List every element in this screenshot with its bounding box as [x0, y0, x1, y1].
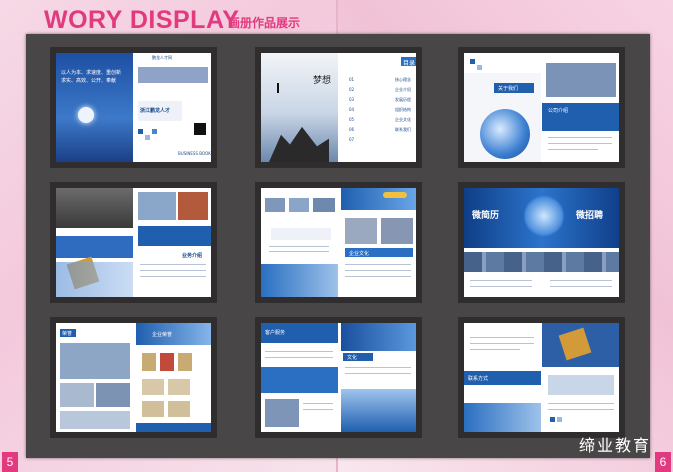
crowd-photo: [56, 188, 133, 228]
meeting-photo: [265, 399, 299, 427]
spread-cover: 以人为本、求速度、重创新 求实、高效、公开、奉献 浙江鹏龙人才 BUSINESS…: [56, 53, 211, 162]
spread-service: 客户服务 文化: [261, 323, 416, 432]
person-silhouette: [277, 83, 279, 93]
spread-contact: 联系方式: [464, 323, 619, 432]
thumbnail-toc[interactable]: 梦想 目录 01 02 03 04 05 06 07 核心理念 企业介绍 发展历…: [255, 47, 422, 168]
spread-toc: 梦想 目录 01 02 03 04 05 06 07 核心理念 企业介绍 发展历…: [261, 53, 416, 162]
spread-honor: 荣誉 企业荣誉: [56, 323, 211, 432]
thumbnail-culture[interactable]: 企业文化: [255, 182, 422, 303]
robot-hand-image: [524, 194, 564, 238]
certificate-image: [142, 353, 156, 371]
office-photo: [60, 343, 130, 379]
thumbnail-cover[interactable]: 以人为本、求速度、重创新 求实、高效、公开、奉献 浙江鹏龙人才 BUSINESS…: [50, 47, 217, 168]
page-number-right: 6: [655, 452, 671, 472]
city-photo: [548, 375, 614, 395]
spread-business: 业务介绍: [56, 188, 211, 297]
moon-image: [78, 107, 94, 123]
satellite-image: [341, 389, 416, 432]
spread-culture: 企业文化: [261, 188, 416, 297]
cover-photo-strip: [138, 67, 208, 83]
watermark-text: 缔业教育: [578, 436, 651, 455]
page-title: WORY DISPLAY: [44, 6, 240, 34]
thumbnail-about[interactable]: 关于我们 公司介绍: [458, 47, 625, 168]
team-photo: [138, 192, 176, 220]
page-number-left: 5: [2, 452, 18, 472]
thumbnail-recruit[interactable]: 微简历 微招聘: [458, 182, 625, 303]
photo-strip: [464, 252, 619, 272]
thumbnail-contact[interactable]: 联系方式: [458, 317, 625, 438]
globe-image: [480, 109, 530, 159]
spread-recruit: 微简历 微招聘: [464, 188, 619, 297]
spread-about: 关于我们 公司介绍: [464, 53, 619, 162]
qr-code-image: [194, 123, 206, 135]
office-photo: [546, 63, 616, 97]
world-map-image: [261, 264, 338, 297]
thumbnail-service[interactable]: 客户服务 文化: [255, 317, 422, 438]
thumbnail-business[interactable]: 业务介绍: [50, 182, 217, 303]
page-subtitle: 画册作品展示: [228, 16, 301, 30]
thumbnail-honor[interactable]: 荣誉 企业荣誉: [50, 317, 217, 438]
display-board: 以人为本、求速度、重创新 求实、高效、公开、奉献 浙江鹏龙人才 BUSINESS…: [26, 34, 650, 458]
